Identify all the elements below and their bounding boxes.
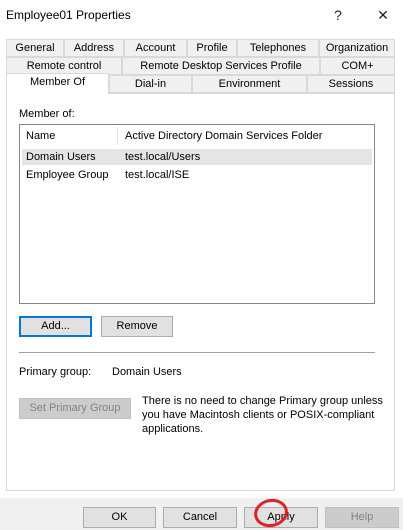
window-title: Employee01 Properties bbox=[6, 8, 131, 22]
tab-general[interactable]: General bbox=[6, 39, 64, 57]
primary-group-label: Primary group: bbox=[19, 366, 92, 378]
cancel-button[interactable]: Cancel bbox=[163, 507, 237, 528]
tab-member-of[interactable]: Member Of bbox=[6, 73, 109, 94]
primary-group-value: Domain Users bbox=[112, 366, 182, 378]
row-name: Employee Group bbox=[26, 169, 109, 181]
set-primary-group-button[interactable]: Set Primary Group bbox=[19, 398, 131, 419]
help-icon[interactable]: ? bbox=[318, 0, 358, 30]
member-of-list[interactable]: Name Active Directory Domain Services Fo… bbox=[19, 124, 375, 304]
list-header: Name Active Directory Domain Services Fo… bbox=[20, 125, 374, 147]
add-button[interactable]: Add... bbox=[19, 316, 92, 337]
row-folder: test.local/Users bbox=[125, 151, 201, 163]
row-folder: test.local/ISE bbox=[125, 169, 190, 181]
help-button[interactable]: Help bbox=[325, 507, 399, 528]
tab-dial-in[interactable]: Dial-in bbox=[109, 75, 192, 93]
row-name: Domain Users bbox=[26, 151, 96, 163]
tab-remote-desktop-services-profile[interactable]: Remote Desktop Services Profile bbox=[122, 57, 320, 75]
tab-telephones[interactable]: Telephones bbox=[237, 39, 319, 57]
remove-button[interactable]: Remove bbox=[101, 316, 173, 337]
title-bar: Employee01 Properties ? ✕ bbox=[0, 0, 403, 30]
ok-button[interactable]: OK bbox=[83, 507, 156, 528]
tab-organization[interactable]: Organization bbox=[319, 39, 395, 57]
tab-environment[interactable]: Environment bbox=[192, 75, 307, 93]
column-header-name[interactable]: Name bbox=[26, 130, 55, 142]
tab-com-plus[interactable]: COM+ bbox=[320, 57, 395, 75]
column-header-folder[interactable]: Active Directory Domain Services Folder bbox=[125, 130, 322, 142]
table-row[interactable]: Domain Users test.local/Users bbox=[20, 149, 374, 165]
member-of-label: Member of: bbox=[19, 108, 75, 120]
divider bbox=[19, 352, 375, 353]
tab-address[interactable]: Address bbox=[64, 39, 124, 57]
tab-sessions[interactable]: Sessions bbox=[307, 75, 395, 93]
tab-profile[interactable]: Profile bbox=[187, 39, 237, 57]
primary-group-note: There is no need to change Primary group… bbox=[142, 395, 383, 435]
close-icon[interactable]: ✕ bbox=[363, 0, 403, 30]
table-row[interactable]: Employee Group test.local/ISE bbox=[20, 167, 374, 183]
column-divider[interactable] bbox=[117, 127, 118, 145]
tab-account[interactable]: Account bbox=[124, 39, 187, 57]
